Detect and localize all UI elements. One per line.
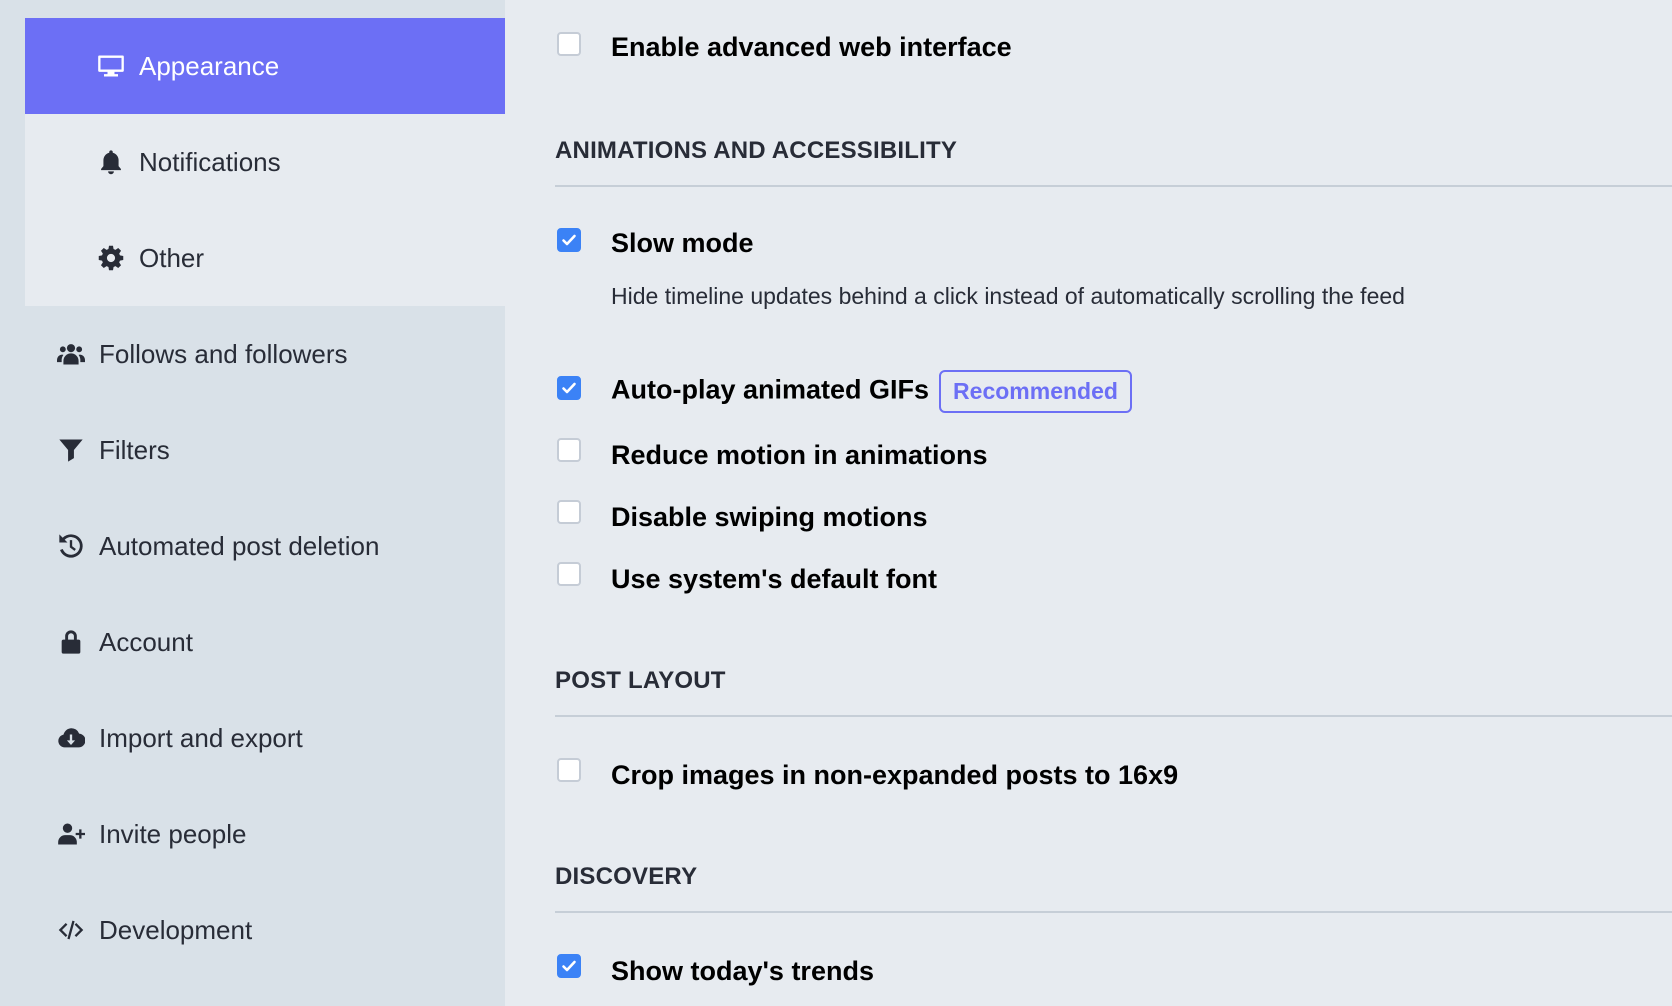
users-icon: [55, 338, 87, 370]
slow-mode-hint: Hide timeline updates behind a click ins…: [611, 283, 1405, 309]
sidebar-item-label: Import and export: [99, 722, 303, 753]
subnav-item-appearance[interactable]: Appearance: [25, 18, 505, 114]
checkmark-icon: [562, 382, 576, 394]
subnav-item-label: Other: [139, 242, 205, 273]
recommended-badge: Recommended: [939, 370, 1132, 413]
sidebar-item-automated-deletion[interactable]: Automated post deletion: [55, 498, 495, 594]
settings-sidebar: Appearance Notifications Other Follows a…: [0, 0, 505, 1006]
bell-icon: [95, 146, 127, 178]
sidebar-item-development[interactable]: Development: [55, 882, 495, 978]
slow-mode-checkbox[interactable]: [557, 228, 581, 252]
sidebar-item-account[interactable]: Account: [55, 594, 495, 690]
history-icon: [55, 530, 87, 562]
trends-checkbox[interactable]: [557, 954, 581, 978]
reduce-motion-checkbox[interactable]: [557, 438, 581, 462]
checkmark-icon: [562, 234, 576, 246]
autoplay-gifs-text: Auto-play animated GIFs: [611, 374, 930, 405]
subnav-item-label: Appearance: [139, 50, 280, 81]
slow-mode-option: [557, 228, 581, 252]
system-font-option: [557, 562, 581, 586]
sidebar-item-import-export[interactable]: Import and export: [55, 690, 495, 786]
section-divider: [555, 185, 1672, 187]
sidebar-item-invite[interactable]: Invite people: [55, 786, 495, 882]
trends-option: [557, 954, 581, 978]
checkmark-icon: [562, 960, 576, 972]
sidebar-item-label: Automated post deletion: [99, 530, 380, 561]
section-title-animations: ANIMATIONS AND ACCESSIBILITY: [555, 137, 958, 164]
monitor-icon: [95, 50, 127, 82]
crop-images-option: [557, 758, 581, 782]
advanced-web-checkbox[interactable]: [557, 32, 581, 56]
appearance-settings: Enable advanced web interface ANIMATIONS…: [505, 0, 1672, 1006]
crop-images-label[interactable]: Crop images in non-expanded posts to 16x…: [611, 760, 1178, 791]
sidebar-item-label: Invite people: [99, 818, 247, 849]
section-title-discovery: DISCOVERY: [555, 863, 698, 890]
reduce-motion-option: [557, 438, 581, 462]
sidebar-item-label: Filters: [99, 434, 170, 465]
disable-swipe-option: [557, 500, 581, 524]
section-title-post-layout: POST LAYOUT: [555, 667, 726, 694]
cloud-download-icon: [55, 722, 87, 754]
filter-icon: [55, 434, 87, 466]
sidebar-item-label: Development: [99, 914, 253, 945]
reduce-motion-label[interactable]: Reduce motion in animations: [611, 440, 988, 471]
preferences-subnav: Appearance Notifications Other: [25, 18, 505, 306]
advanced-web-option: [557, 32, 581, 56]
disable-swipe-label[interactable]: Disable swiping motions: [611, 502, 928, 533]
system-font-label[interactable]: Use system's default font: [611, 564, 937, 595]
gear-icon: [95, 242, 127, 274]
autoplay-gifs-checkbox[interactable]: [557, 376, 581, 400]
system-font-checkbox[interactable]: [557, 562, 581, 586]
sidebar-item-label: Account: [99, 626, 193, 657]
section-divider: [555, 715, 1672, 717]
slow-mode-label[interactable]: Slow mode: [611, 228, 754, 259]
autoplay-gifs-option: [557, 376, 581, 400]
sidebar-item-label: Follows and followers: [99, 338, 348, 369]
sidebar-item-follows[interactable]: Follows and followers: [55, 306, 495, 402]
sidebar-item-filters[interactable]: Filters: [55, 402, 495, 498]
section-divider: [555, 911, 1672, 913]
settings-page: Appearance Notifications Other Follows a…: [0, 0, 1672, 1006]
subnav-item-notifications[interactable]: Notifications: [25, 114, 505, 210]
subnav-item-other[interactable]: Other: [25, 210, 505, 306]
subnav-item-label: Notifications: [139, 146, 281, 177]
code-icon: [55, 914, 87, 946]
autoplay-gifs-label[interactable]: Auto-play animated GIFs Recommended: [611, 370, 1132, 413]
disable-swipe-checkbox[interactable]: [557, 500, 581, 524]
crop-images-checkbox[interactable]: [557, 758, 581, 782]
trends-label[interactable]: Show today's trends: [611, 956, 874, 987]
lock-icon: [55, 626, 87, 658]
advanced-web-label[interactable]: Enable advanced web interface: [611, 32, 1012, 63]
user-plus-icon: [55, 818, 87, 850]
